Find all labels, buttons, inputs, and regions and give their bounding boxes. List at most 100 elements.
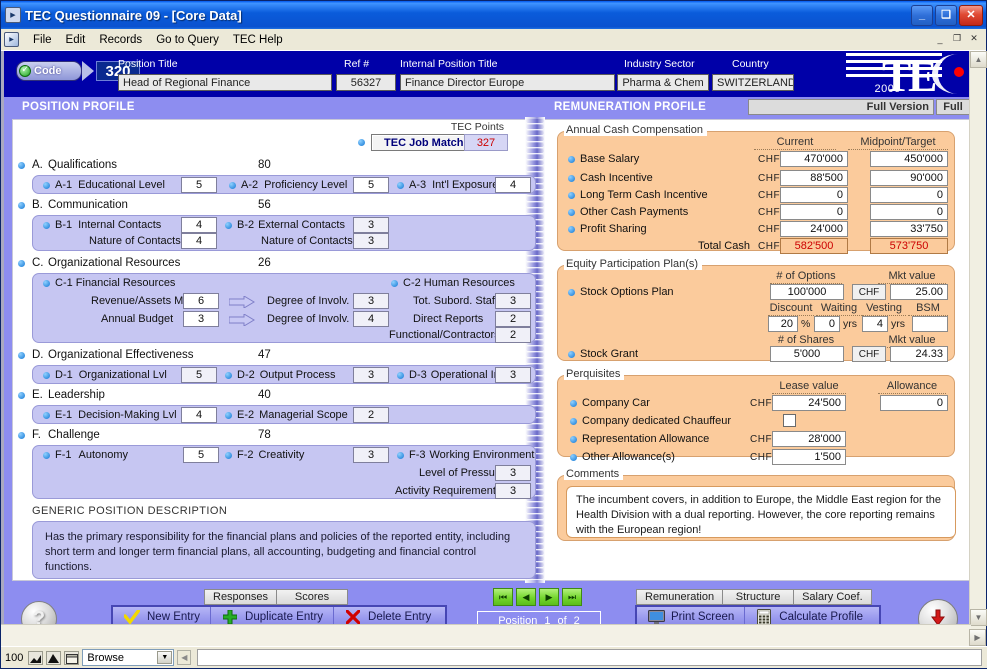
item-annual-budget-value[interactable]: 3 — [183, 311, 219, 327]
nav-next-button[interactable]: ▶ — [539, 588, 559, 606]
item-a3-label: Int'l Exposure — [432, 179, 499, 191]
base-salary-current-input[interactable]: 470'000 — [780, 151, 848, 167]
mdi-minimize-button[interactable]: _ — [932, 31, 948, 46]
item-functional-contractors-value[interactable]: 2 — [495, 327, 531, 343]
bullet-icon — [568, 350, 575, 358]
other-cash-current-input[interactable]: 0 — [780, 204, 848, 220]
subpanel-f: F-1 Autonomy 5 F-2 Creativity 3 F-3 Work… — [32, 445, 536, 499]
category-d-score: 47 — [258, 349, 271, 361]
zoom-out-icon[interactable] — [28, 650, 44, 665]
options-count-input[interactable]: 100'000 — [770, 284, 844, 300]
item-b1-nature-value[interactable]: 4 — [181, 233, 217, 249]
item-e2-value[interactable]: 2 — [353, 407, 389, 423]
representation-allowance-input[interactable]: 28'000 — [772, 431, 846, 447]
scroll-right-button[interactable]: ▶ — [969, 629, 986, 646]
grant-mkt-value-input[interactable]: 24.33 — [890, 346, 948, 362]
item-a2-value[interactable]: 5 — [353, 177, 389, 193]
waiting-input[interactable]: 0 — [814, 316, 840, 332]
item-degree-involv-1-value[interactable]: 3 — [353, 293, 389, 309]
profit-sharing-current-input[interactable]: 24'000 — [780, 221, 848, 237]
generic-description-text[interactable]: Has the primary responsibility for the f… — [32, 521, 536, 579]
options-currency-field[interactable]: CHF — [852, 284, 886, 300]
code-button[interactable]: Code — [16, 61, 82, 81]
cash-incentive-current-input[interactable]: 88'500 — [780, 170, 848, 186]
bullet-icon — [43, 371, 50, 379]
maximize-button[interactable]: ❑ — [935, 4, 957, 26]
close-button[interactable]: ✕ — [959, 4, 983, 26]
other-allowances-input[interactable]: 1'500 — [772, 449, 846, 465]
status-window-icon[interactable] — [64, 650, 80, 665]
shares-count-input[interactable]: 5'000 — [770, 346, 844, 362]
item-d3-value[interactable]: 3 — [495, 367, 531, 383]
item-level-of-pressure: Level of Pressure — [419, 467, 505, 479]
position-title-input[interactable]: Head of Regional Finance — [118, 74, 332, 91]
item-d2-label: Output Process — [259, 369, 336, 381]
menu-go-to-query[interactable]: Go to Query — [149, 32, 226, 48]
item-direct-reports-value[interactable]: 2 — [495, 311, 531, 327]
item-activity-requirements-value[interactable]: 3 — [495, 483, 531, 499]
mdi-close-button[interactable]: ✕ — [966, 31, 982, 46]
view-mode-select[interactable]: Browse ▼ — [82, 649, 175, 666]
item-tot-subord-staff-value[interactable]: 3 — [495, 293, 531, 309]
tab-salary-coef[interactable]: Salary Coef. — [793, 589, 872, 605]
item-a1-value[interactable]: 5 — [181, 177, 217, 193]
tab-structure[interactable]: Structure — [722, 589, 795, 605]
country-input[interactable]: SWITZERLAND — [712, 74, 794, 91]
menu-tec-help[interactable]: TEC Help — [226, 32, 290, 48]
item-revenue-assets-value[interactable]: 6 — [183, 293, 219, 309]
scroll-down-button[interactable]: ▼ — [970, 609, 987, 626]
nav-first-button[interactable]: ⏮ — [493, 588, 513, 606]
other-cash-midpoint-input[interactable]: 0 — [870, 204, 948, 220]
company-car-allowance-input[interactable]: 0 — [880, 395, 948, 411]
minimize-button[interactable]: _ — [911, 4, 933, 26]
ref-number-input[interactable]: 56327 — [336, 74, 396, 91]
menu-records[interactable]: Records — [92, 32, 149, 48]
comments-textarea[interactable]: The incumbent covers, in addition to Eur… — [566, 486, 956, 538]
item-b2-nature-value[interactable]: 3 — [353, 233, 389, 249]
right-tab-strip: Remuneration Structure Salary Coef. — [636, 589, 872, 605]
item-a3-value[interactable]: 4 — [495, 177, 531, 193]
item-degree-involv-2-value[interactable]: 4 — [353, 311, 389, 327]
profit-sharing-midpoint-input[interactable]: 33'750 — [870, 221, 948, 237]
nav-prev-button[interactable]: ◀ — [516, 588, 536, 606]
industry-sector-input[interactable]: Pharma & Chem — [617, 74, 709, 91]
item-e1-value[interactable]: 4 — [181, 407, 217, 423]
bsm-input[interactable] — [912, 316, 948, 332]
item-f1-value[interactable]: 5 — [183, 447, 219, 463]
chauffeur-checkbox[interactable] — [783, 414, 796, 427]
item-b1-value[interactable]: 4 — [181, 217, 217, 233]
item-f2-value[interactable]: 3 — [353, 447, 389, 463]
row-company-car: Company Car — [570, 397, 650, 409]
base-salary-midpoint-input[interactable]: 450'000 — [870, 151, 948, 167]
cash-incentive-midpoint-input[interactable]: 90'000 — [870, 170, 948, 186]
vesting-input[interactable]: 4 — [862, 316, 888, 332]
bullet-icon — [43, 451, 50, 459]
window-vertical-scrollbar[interactable]: ▲ ▼ — [969, 51, 987, 648]
window-horizontal-scroll-track[interactable] — [1, 624, 971, 646]
menu-file[interactable]: File — [26, 32, 59, 48]
allowance-header: Allowance — [878, 380, 946, 394]
long-term-incentive-midpoint-input[interactable]: 0 — [870, 187, 948, 203]
nav-last-button[interactable]: ⏭ — [562, 588, 582, 606]
discount-input[interactable]: 20 — [768, 316, 798, 332]
tab-remuneration[interactable]: Remuneration — [636, 589, 724, 605]
grant-currency-field[interactable]: CHF — [852, 346, 886, 362]
item-level-of-pressure-value[interactable]: 3 — [495, 465, 531, 481]
item-d1-value[interactable]: 5 — [181, 367, 217, 383]
internal-title-input[interactable]: Finance Director Europe — [400, 74, 615, 91]
status-prev-button[interactable]: ◀ — [177, 650, 192, 665]
long-term-incentive-current-input[interactable]: 0 — [780, 187, 848, 203]
company-car-lease-input[interactable]: 24'500 — [772, 395, 846, 411]
category-e-letter: E. — [32, 389, 43, 401]
chevron-down-icon[interactable]: ▼ — [157, 651, 173, 664]
scroll-up-button[interactable]: ▲ — [970, 51, 987, 68]
options-mkt-value-input[interactable]: 25.00 — [890, 284, 948, 300]
zoom-in-icon[interactable] — [46, 650, 62, 665]
spiral-ring — [526, 431, 544, 435]
menu-edit[interactable]: Edit — [59, 32, 93, 48]
tab-scores[interactable]: Scores — [276, 589, 349, 605]
item-d2-value[interactable]: 3 — [353, 367, 389, 383]
item-b2-value[interactable]: 3 — [353, 217, 389, 233]
mdi-restore-button[interactable]: ❐ — [949, 31, 965, 46]
tab-responses[interactable]: Responses — [204, 589, 278, 605]
